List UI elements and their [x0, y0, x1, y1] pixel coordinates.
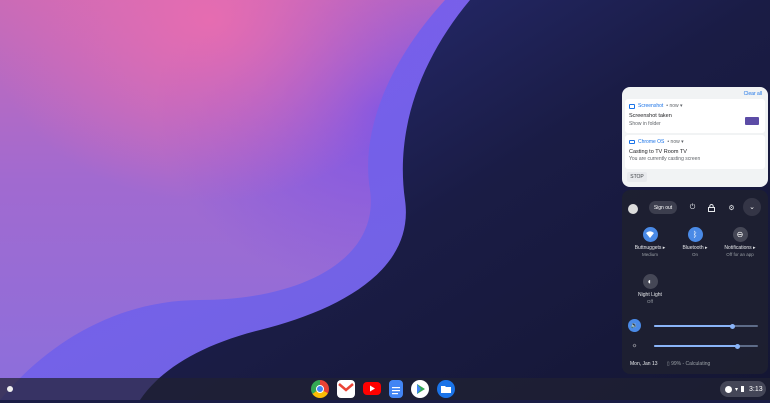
volume-slider[interactable] — [654, 323, 758, 329]
battery-status: ▯ 99% - Calculating — [666, 361, 711, 367]
sign-out-button[interactable]: Sign out — [649, 201, 677, 214]
launcher-button[interactable] — [3, 382, 17, 396]
notifications-label: Notifications ▸ — [724, 245, 756, 251]
night-light-icon: ◐ — [642, 274, 658, 289]
launcher-icon — [7, 386, 13, 392]
notification-title: Casting to TV Room TV — [629, 149, 687, 155]
settings-gear-icon[interactable]: ⚙ — [726, 202, 737, 213]
notification-card[interactable]: Chrome OS • now ▾ Casting to TV Room TV … — [625, 135, 765, 169]
notification-body: You are currently casting screen — [629, 156, 701, 162]
wifi-label: Buttnuggets ▸ — [634, 245, 666, 251]
status-footer: Mon, Jan 13 ▯ 99% - Calculating — [630, 361, 710, 367]
clock: 3:13 — [749, 385, 763, 393]
night-light-label: Night Light — [638, 292, 662, 298]
notification-source: Screenshot — [638, 103, 664, 109]
play-store-app-icon[interactable] — [411, 380, 429, 398]
wifi-toggle[interactable]: Buttnuggets ▸ Medium — [628, 227, 672, 257]
volume-icon[interactable]: 🔉 — [628, 319, 641, 332]
bluetooth-toggle[interactable]: ᛒ Bluetooth ▸ On — [673, 227, 717, 257]
notification-center: Clear all Screenshot • now ▾ Screenshot … — [622, 87, 768, 187]
clear-all-button[interactable]: Clear all — [744, 91, 762, 97]
bluetooth-icon: ᛒ — [687, 227, 703, 242]
notification-card[interactable]: Screenshot • now ▾ Screenshot taken Show… — [625, 99, 765, 133]
pinned-apps — [311, 380, 455, 398]
notification-title: Screenshot taken — [629, 113, 672, 119]
chrome-app-icon[interactable] — [311, 380, 329, 398]
account-icon — [725, 385, 732, 393]
brightness-icon: ☼ — [631, 342, 638, 349]
files-app-icon[interactable] — [437, 380, 455, 398]
lock-icon[interactable] — [706, 202, 717, 213]
brightness-slider-handle[interactable] — [734, 343, 740, 349]
notifications-status: Off for an app — [726, 252, 754, 257]
stop-casting-button[interactable]: STOP — [627, 172, 647, 182]
bluetooth-label: Bluetooth ▸ — [682, 245, 708, 251]
notification-time: • now ▾ — [667, 139, 684, 145]
brightness-slider[interactable] — [654, 343, 758, 349]
collapse-chevron-icon[interactable]: ⌄ — [743, 198, 761, 216]
wifi-icon — [642, 227, 658, 242]
power-icon[interactable]: ⏻ — [687, 202, 698, 213]
shelf: ▾ 3:13 — [0, 378, 770, 400]
night-light-toggle[interactable]: ◐ Night Light Off — [628, 274, 672, 304]
bluetooth-status: On — [691, 252, 698, 257]
brightness-slider-row: ☼ — [626, 339, 762, 353]
notifications-toggle[interactable]: ⊖ Notifications ▸ Off for an app — [718, 227, 762, 257]
avatar[interactable] — [628, 204, 638, 214]
youtube-app-icon[interactable] — [363, 382, 381, 395]
docs-app-icon[interactable] — [389, 380, 403, 398]
volume-slider-row: 🔉 — [626, 319, 762, 333]
notification-header: Screenshot • now ▾ — [629, 103, 683, 109]
do-not-disturb-icon: ⊖ — [732, 227, 748, 242]
volume-slider-handle[interactable] — [729, 323, 735, 329]
screenshot-thumbnail — [745, 117, 759, 125]
night-light-status: Off — [647, 299, 653, 304]
notification-header: Chrome OS • now ▾ — [629, 139, 684, 145]
date-label[interactable]: Mon, Jan 13 — [630, 361, 658, 367]
battery-icon — [741, 386, 745, 392]
notification-time: • now ▾ — [666, 103, 683, 109]
gmail-app-icon[interactable] — [337, 380, 355, 398]
notification-body[interactable]: Show in folder — [629, 121, 661, 127]
notification-source: Chrome OS — [638, 139, 665, 145]
status-tray[interactable]: ▾ 3:13 — [720, 381, 766, 397]
wifi-status-icon: ▾ — [735, 386, 739, 393]
wifi-status: Medium — [641, 252, 658, 257]
volume-slider-fill — [654, 325, 732, 327]
image-icon — [629, 103, 635, 109]
brightness-slider-fill — [654, 345, 738, 347]
quick-settings-panel: Sign out ⏻ ⚙ ⌄ Buttnuggets ▸ Medium ᛒ Bl… — [622, 190, 768, 374]
cast-icon — [629, 140, 635, 144]
